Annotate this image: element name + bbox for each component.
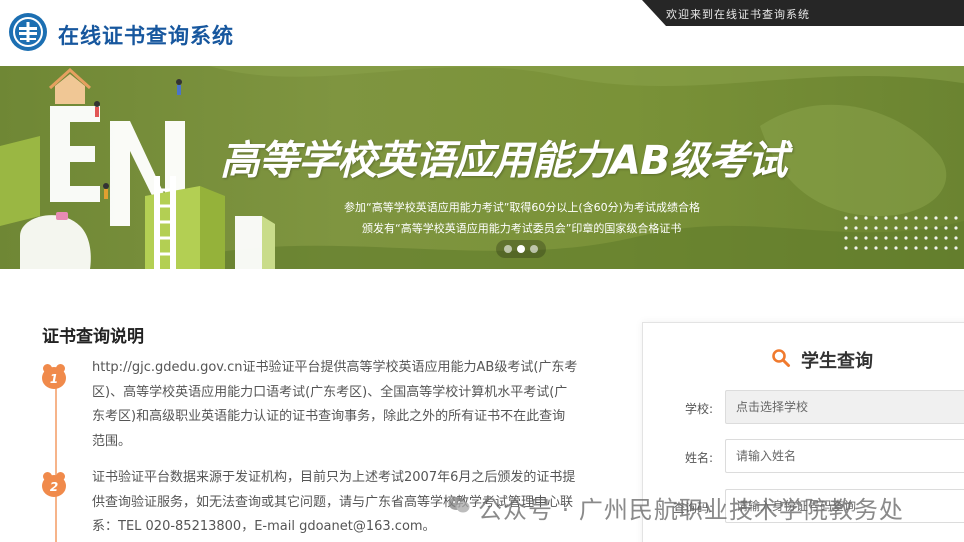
emblem-logo-icon[interactable] bbox=[8, 12, 48, 52]
watermark-text: 公众号 · 广州民航职业技术学院教务处 bbox=[478, 496, 904, 524]
hero-banner[interactable]: 高等学校英语应用能力AB级考试 参加“高等学校英语应用能力考试”取得60分以上(… bbox=[0, 66, 964, 269]
section-title: 证书查询说明 bbox=[42, 327, 144, 347]
carousel-pagination bbox=[496, 240, 546, 258]
timeline-line bbox=[55, 376, 57, 542]
step-number: 2 bbox=[42, 475, 66, 497]
card-title: 学生查询 bbox=[801, 351, 873, 372]
wechat-icon bbox=[448, 497, 470, 513]
carousel-dot-3[interactable] bbox=[530, 245, 538, 253]
carousel-dot-1[interactable] bbox=[504, 245, 512, 253]
name-label: 姓名: bbox=[685, 451, 714, 465]
school-label: 学校: bbox=[685, 402, 714, 416]
carousel-dot-2[interactable] bbox=[517, 245, 525, 253]
name-input[interactable] bbox=[725, 439, 964, 473]
welcome-bar: 欢迎来到在线证书查询系统 bbox=[642, 0, 964, 26]
search-icon bbox=[772, 349, 790, 367]
site-header: 在线证书查询系统 欢迎来到在线证书查询系统 bbox=[0, 0, 964, 66]
site-title[interactable]: 在线证书查询系统 bbox=[58, 20, 234, 50]
banner-title: 高等学校英语应用能力AB级考试 bbox=[220, 138, 787, 184]
banner-subtitle-line2: 颁发有“高等学校英语应用能力考试委员会”印章的国家级合格证书 bbox=[362, 222, 682, 235]
step-text-1: http://gjc.gdedu.gov.cn证书验证平台提供高等学校英语应用能… bbox=[92, 360, 578, 449]
step-number: 1 bbox=[42, 367, 66, 389]
welcome-text: 欢迎来到在线证书查询系统 bbox=[666, 8, 810, 21]
step-badge-1: 1 bbox=[40, 364, 68, 390]
school-select[interactable]: 点击选择学校 bbox=[725, 390, 964, 424]
step-badge-2: 2 bbox=[40, 472, 68, 498]
banner-subtitle-line1: 参加“高等学校英语应用能力考试”取得60分以上(含60分)为考试成绩合格 bbox=[344, 201, 700, 214]
